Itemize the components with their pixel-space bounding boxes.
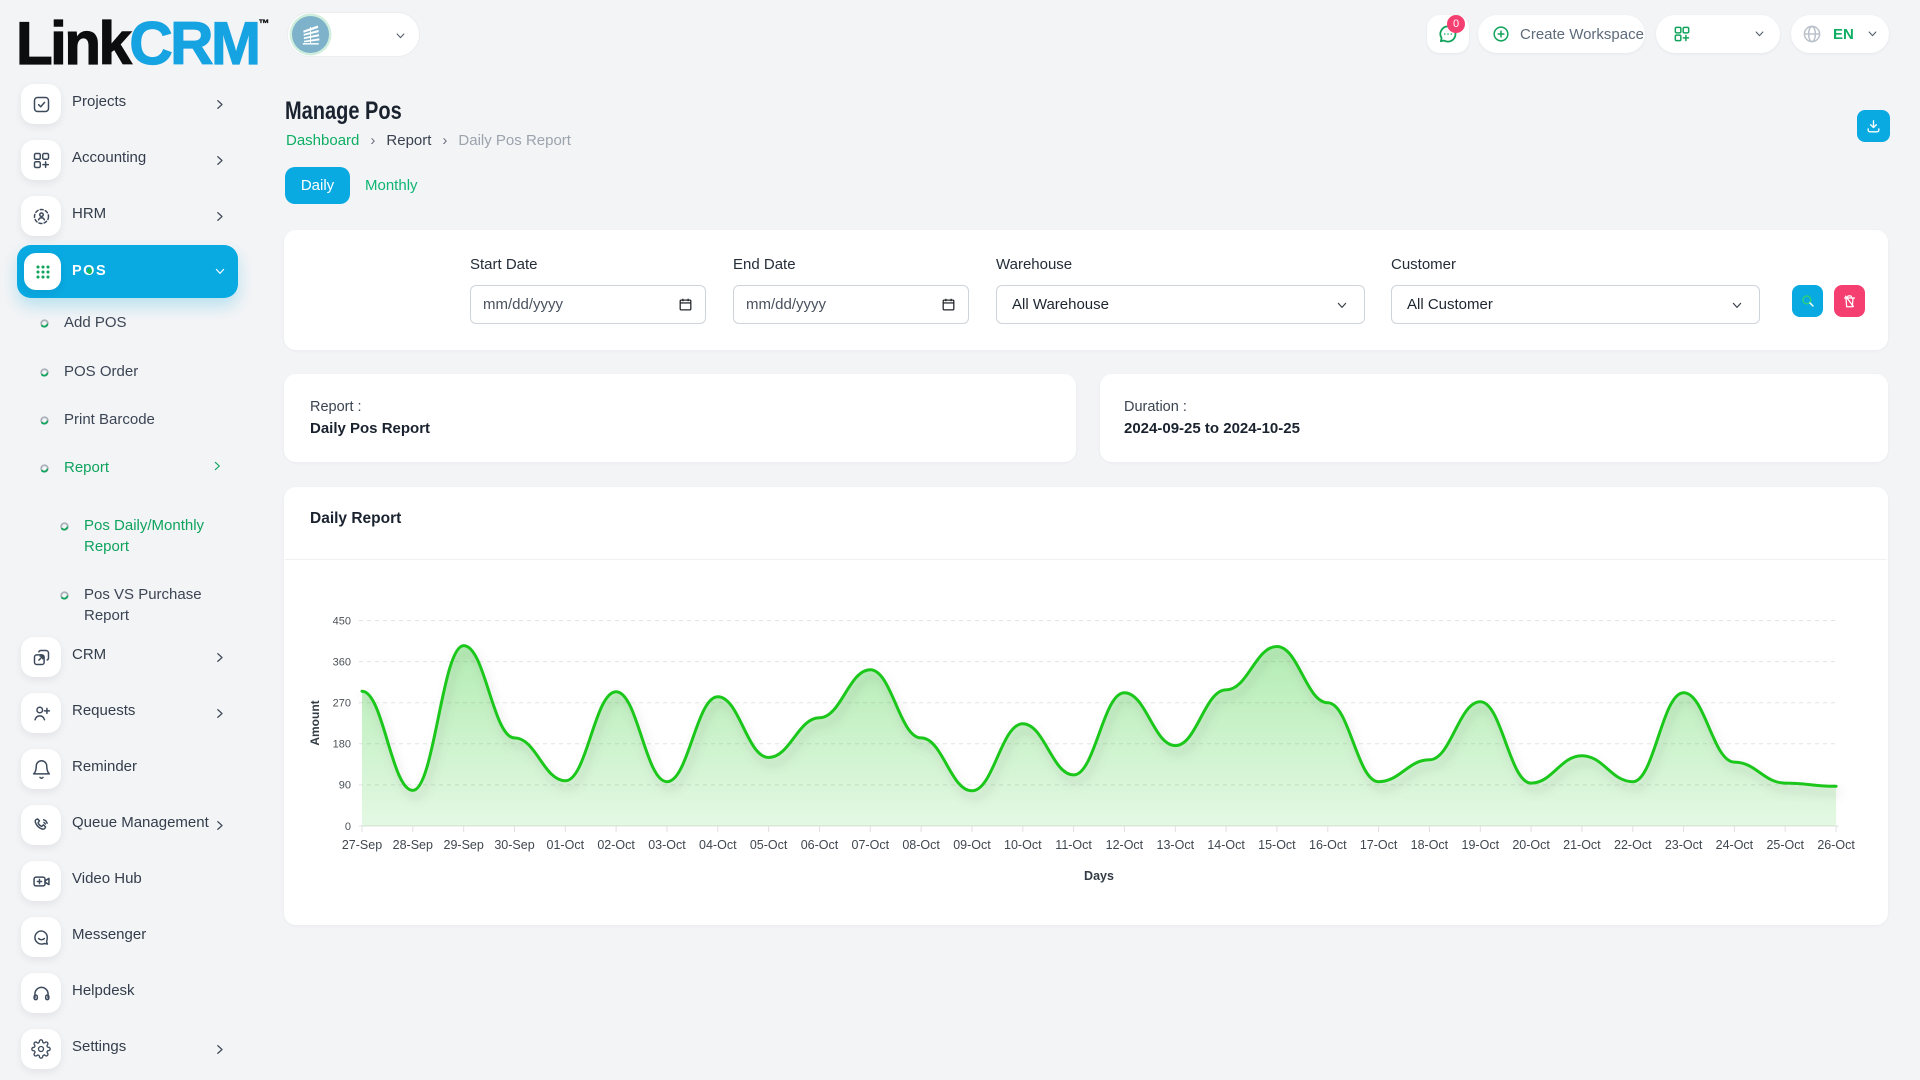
svg-text:07-Oct: 07-Oct: [852, 838, 890, 852]
svg-text:25-Oct: 25-Oct: [1766, 838, 1804, 852]
svg-text:90: 90: [339, 780, 351, 792]
svg-text:450: 450: [333, 615, 351, 627]
svg-text:19-Oct: 19-Oct: [1462, 838, 1500, 852]
svg-text:01-Oct: 01-Oct: [547, 838, 585, 852]
svg-text:06-Oct: 06-Oct: [801, 838, 839, 852]
svg-text:Days: Days: [1084, 869, 1114, 883]
svg-text:29-Sep: 29-Sep: [444, 838, 484, 852]
svg-text:360: 360: [333, 656, 351, 668]
svg-text:0: 0: [345, 821, 351, 833]
svg-text:22-Oct: 22-Oct: [1614, 838, 1652, 852]
svg-text:20-Oct: 20-Oct: [1512, 838, 1550, 852]
svg-text:16-Oct: 16-Oct: [1309, 838, 1347, 852]
svg-text:09-Oct: 09-Oct: [953, 838, 991, 852]
svg-text:04-Oct: 04-Oct: [699, 838, 737, 852]
svg-text:23-Oct: 23-Oct: [1665, 838, 1703, 852]
svg-text:14-Oct: 14-Oct: [1207, 838, 1245, 852]
svg-text:24-Oct: 24-Oct: [1716, 838, 1754, 852]
svg-text:13-Oct: 13-Oct: [1157, 838, 1195, 852]
svg-text:21-Oct: 21-Oct: [1563, 838, 1601, 852]
svg-text:08-Oct: 08-Oct: [902, 838, 940, 852]
svg-text:28-Sep: 28-Sep: [393, 838, 433, 852]
svg-text:12-Oct: 12-Oct: [1106, 838, 1144, 852]
svg-text:15-Oct: 15-Oct: [1258, 838, 1296, 852]
svg-text:Amount: Amount: [308, 700, 322, 745]
svg-text:27-Sep: 27-Sep: [342, 838, 382, 852]
svg-text:30-Sep: 30-Sep: [494, 838, 534, 852]
svg-text:10-Oct: 10-Oct: [1004, 838, 1042, 852]
svg-text:05-Oct: 05-Oct: [750, 838, 788, 852]
svg-text:18-Oct: 18-Oct: [1411, 838, 1449, 852]
svg-text:02-Oct: 02-Oct: [597, 838, 635, 852]
svg-text:180: 180: [333, 739, 351, 751]
svg-text:11-Oct: 11-Oct: [1055, 838, 1092, 852]
svg-text:26-Oct: 26-Oct: [1817, 838, 1855, 852]
svg-text:270: 270: [333, 698, 351, 710]
svg-text:03-Oct: 03-Oct: [648, 838, 686, 852]
svg-text:17-Oct: 17-Oct: [1360, 838, 1398, 852]
